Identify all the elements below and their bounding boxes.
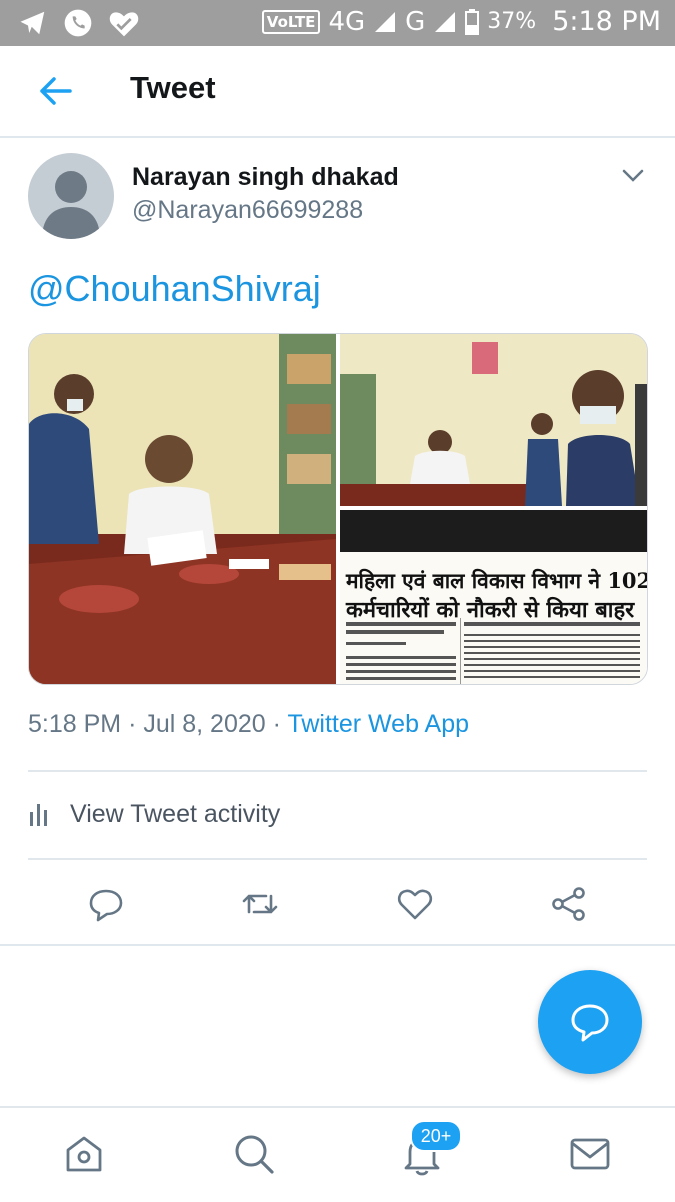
health-heart-icon: [109, 12, 139, 37]
back-arrow-icon[interactable]: [36, 74, 76, 108]
signal-icon-2: [435, 11, 456, 32]
view-tweet-activity-button[interactable]: View Tweet activity: [28, 790, 280, 838]
tweet-timestamp: 5:18 PM · Jul 8, 2020 · Twitter Web App: [28, 710, 469, 739]
compose-reply-fab[interactable]: [538, 970, 642, 1074]
avatar[interactable]: [28, 153, 114, 239]
divider: [28, 858, 647, 860]
status-bar: VoLTE 4G G 37% 5:18 PM: [0, 0, 675, 46]
telegram-icon: [20, 11, 45, 35]
default-avatar-icon: [42, 171, 100, 239]
view-tweet-activity-label: View Tweet activity: [70, 799, 281, 828]
meta-dot: ·: [128, 710, 144, 738]
app-header: Tweet: [0, 46, 675, 138]
search-icon[interactable]: [230, 1130, 278, 1178]
whatsapp-icon: [64, 9, 92, 37]
section-divider: [0, 944, 675, 946]
battery-percent: 37%: [487, 9, 537, 34]
network-type-g: G: [405, 6, 426, 37]
share-icon[interactable]: [549, 884, 589, 924]
meta-dot: ·: [272, 710, 288, 738]
reply-bubble-icon: [571, 1004, 609, 1042]
volte-indicator: VoLTE: [261, 9, 321, 34]
retweet-icon[interactable]: [240, 884, 280, 924]
tweet-mention-link[interactable]: @ChouhanShivraj: [28, 268, 321, 310]
tweet-source-link[interactable]: Twitter Web App: [287, 710, 469, 738]
chevron-down-icon[interactable]: [620, 165, 646, 185]
divider: [28, 770, 647, 772]
signal-icon: [375, 11, 396, 32]
office-meeting-photo-1: [29, 334, 336, 684]
page-title: Tweet: [130, 70, 216, 105]
status-time: 5:18 PM: [552, 6, 661, 37]
tweet-date: Jul 8, 2020: [143, 710, 266, 738]
battery-icon: [465, 8, 480, 35]
network-type-4g: 4G: [328, 6, 366, 37]
notifications-badge: 20+: [410, 1120, 462, 1152]
reply-icon[interactable]: [86, 884, 126, 924]
tweet-actions-bar: [0, 870, 675, 940]
like-heart-icon[interactable]: [395, 884, 435, 924]
media-photo-1[interactable]: [29, 334, 336, 684]
tweet-media-grid[interactable]: महिला एवं बाल विकास विभाग ने 1027 कर्मचा…: [28, 333, 648, 685]
analytics-icon: [30, 804, 47, 826]
author-name[interactable]: Narayan singh dhakad: [132, 163, 399, 192]
media-photo-2[interactable]: [340, 334, 647, 506]
bottom-navigation: [0, 1106, 675, 1202]
media-photo-3-newspaper[interactable]: महिला एवं बाल विकास विभाग ने 1027 कर्मचा…: [340, 510, 647, 684]
tweet-time: 5:18 PM: [28, 710, 122, 738]
office-meeting-photo-2: [340, 334, 647, 506]
home-icon[interactable]: [60, 1130, 108, 1178]
newspaper-body-lines: [340, 618, 640, 684]
messages-mail-icon[interactable]: [566, 1130, 614, 1178]
author-handle[interactable]: @Narayan66699288: [132, 196, 363, 225]
